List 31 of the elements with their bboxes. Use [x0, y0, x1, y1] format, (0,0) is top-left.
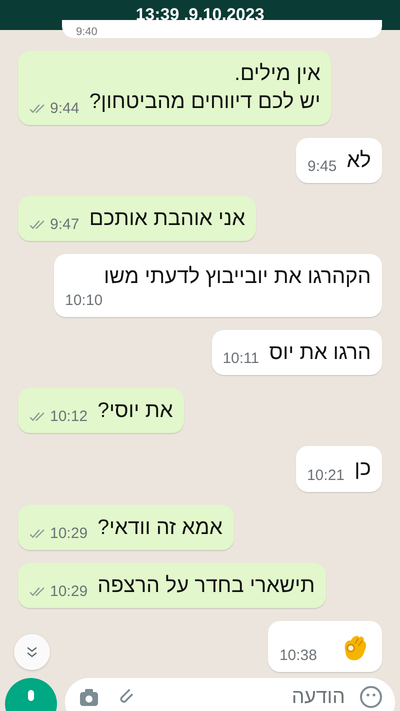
- message-time: 9:44: [50, 100, 80, 117]
- double-check-icon: [29, 528, 46, 540]
- message-time: 10:29: [50, 525, 88, 542]
- message-text: אמא זה וודאי?: [98, 514, 223, 541]
- message-time: 9:40: [76, 27, 98, 38]
- double-check-icon: [29, 586, 46, 598]
- message-time: 9:45: [307, 158, 337, 176]
- date-time-title: 13:39 ,9.10.2023: [136, 5, 264, 25]
- message-text: אין מילים. יש לכם דיווחים מהביטחון?: [89, 61, 320, 116]
- emoji-icon[interactable]: [359, 685, 383, 709]
- message-time: 10:10: [65, 292, 103, 309]
- double-check-icon: [29, 411, 46, 422]
- message-time: 9:47: [50, 216, 80, 234]
- message-time: 10:12: [50, 408, 88, 426]
- message-input[interactable]: הודעה: [151, 685, 345, 709]
- message-text: הרגו את יוס: [269, 340, 371, 366]
- double-check-icon: [29, 219, 46, 230]
- message-text: הקהרגו את יובייבוץ לדעתי משו: [104, 264, 371, 290]
- scroll-down-button[interactable]: [14, 634, 50, 670]
- message-time: 10:38: [279, 647, 317, 664]
- double-check-icon: [29, 102, 46, 114]
- message-text: תישארי בחדר על הרצפה: [98, 573, 315, 600]
- message-input-field[interactable]: הודעה: [65, 678, 395, 711]
- message-time: 10:29: [50, 583, 88, 600]
- message-time: 10:21: [306, 466, 345, 484]
- message-time: 10:11: [222, 350, 260, 368]
- message-text: כן: [354, 456, 371, 482]
- message-text: את יוסי?: [98, 398, 173, 424]
- message-text: לא: [346, 148, 371, 174]
- message-text: אני אוהבת אותכם: [89, 206, 246, 232]
- double-chevron-down-icon: [25, 645, 39, 659]
